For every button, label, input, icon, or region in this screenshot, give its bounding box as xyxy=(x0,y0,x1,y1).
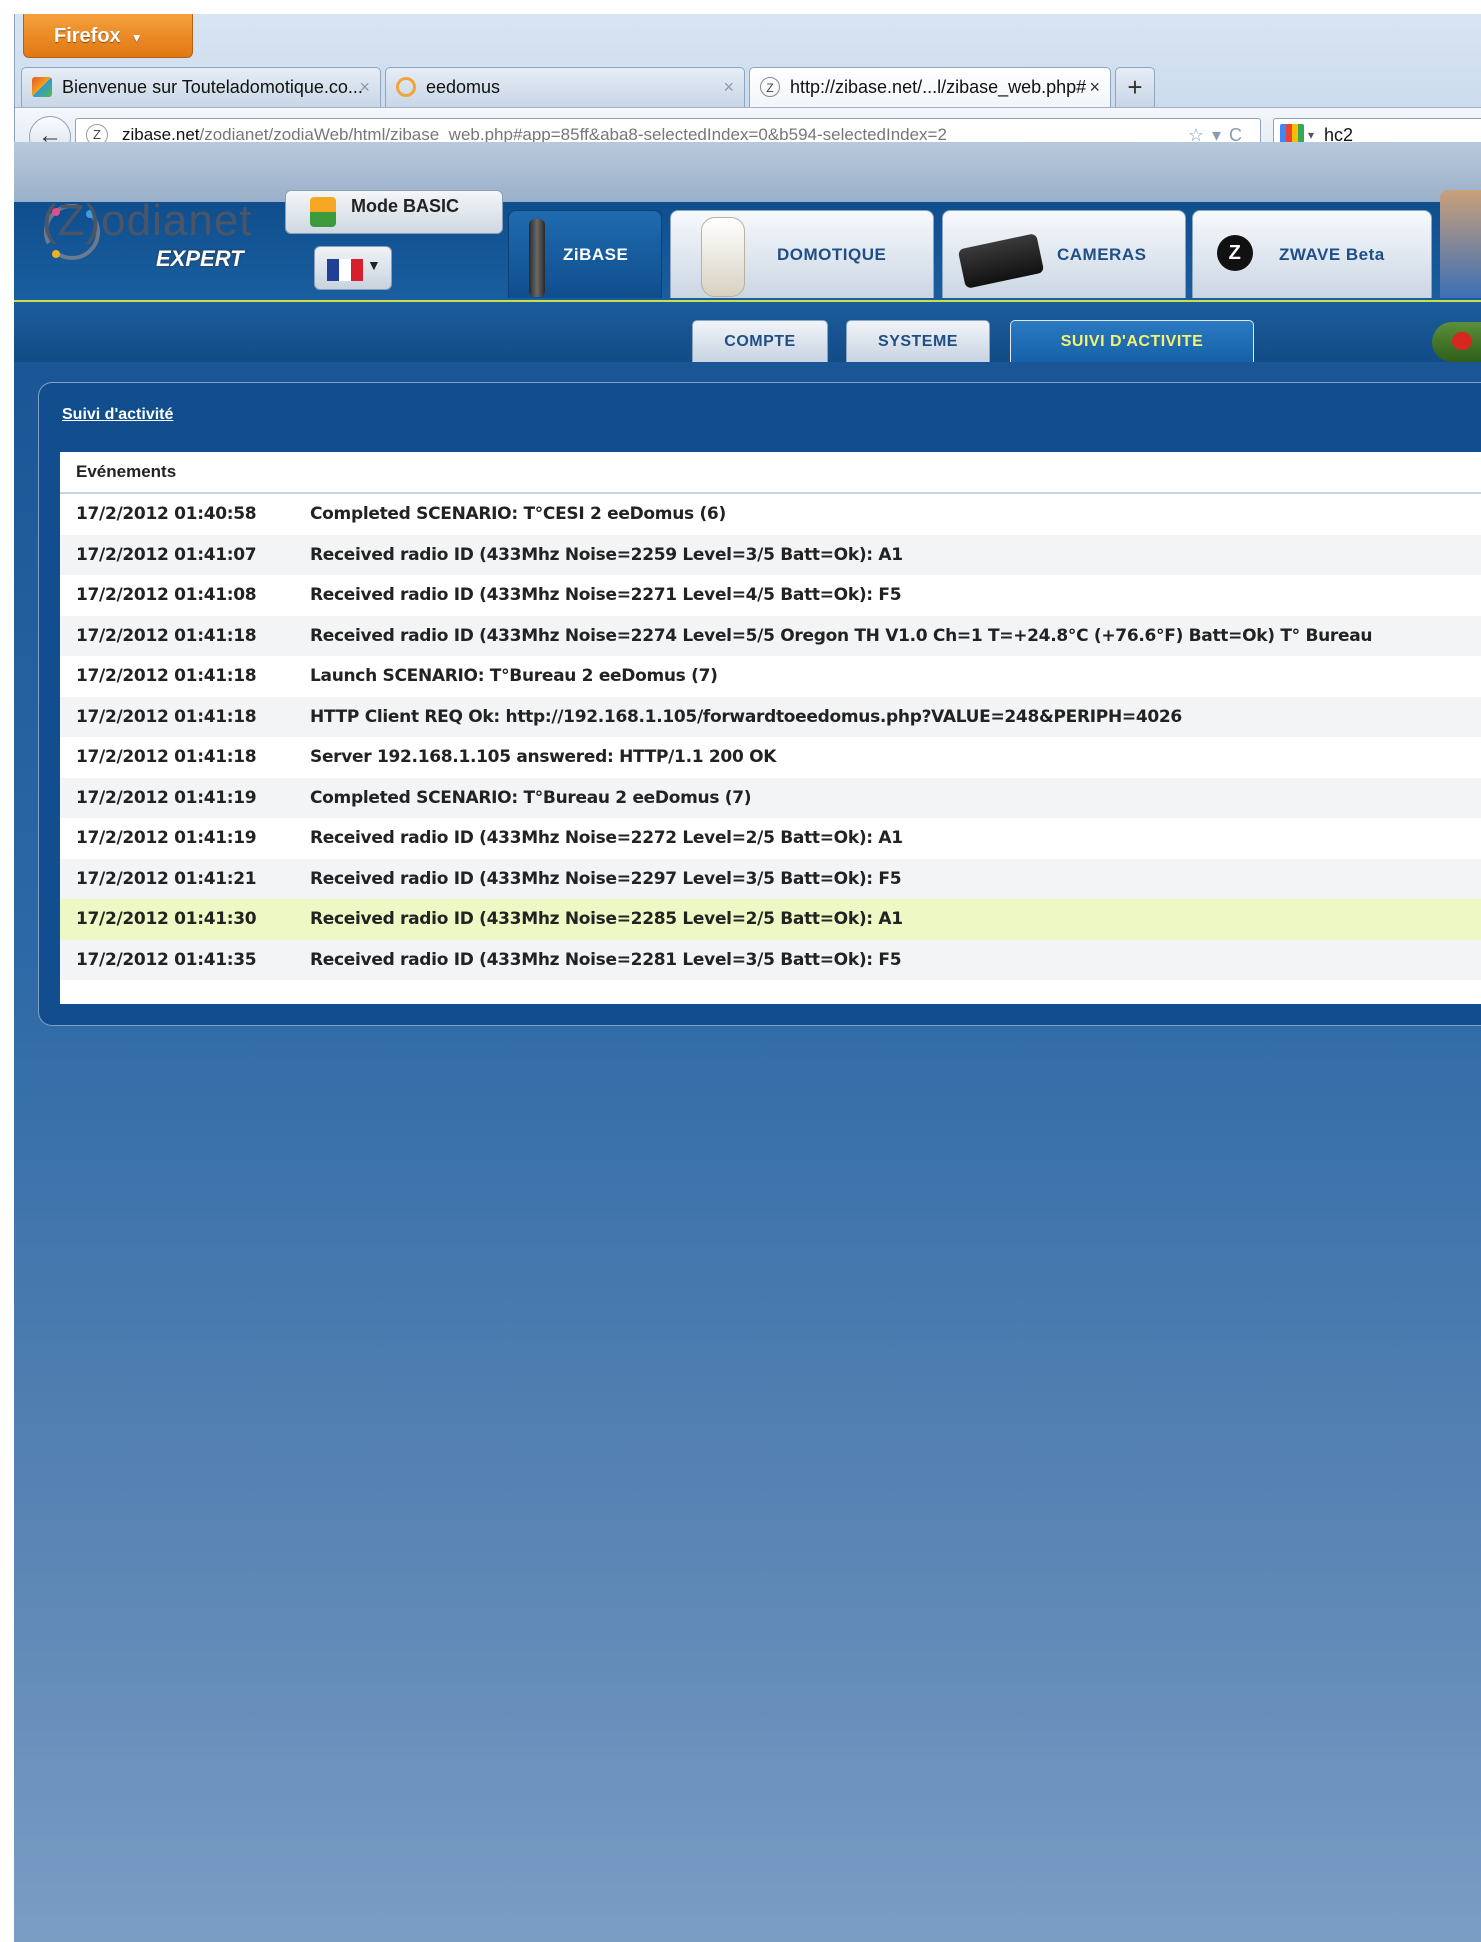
tab-cameras[interactable]: CAMERAS xyxy=(942,210,1186,298)
event-message: Received radio ID (433Mhz Noise=2297 Lev… xyxy=(310,868,902,889)
event-message: Received radio ID (433Mhz Noise=2285 Lev… xyxy=(310,909,903,929)
subtab-suivi-activite[interactable]: SUIVI D'ACTIVITE xyxy=(1010,320,1254,362)
close-tab-icon[interactable]: × xyxy=(723,68,734,106)
event-timestamp: 17/2/2012 01:41:18 xyxy=(76,747,257,767)
event-row[interactable]: 17/2/2012 01:41:18 Server 192.168.1.105 a… xyxy=(60,737,1481,778)
event-timestamp: 17/2/2012 01:41:35 xyxy=(76,949,257,970)
event-message: Server 192.168.1.105 answered: HTTP/1.1 … xyxy=(310,747,777,767)
event-message: Completed SCENARIO: T°CESI 2 eeDomus (6) xyxy=(310,504,726,524)
event-row[interactable]: 17/2/2012 01:41:18 HTTP Client REQ Ok: ht… xyxy=(60,696,1481,737)
zibase-antenna-icon xyxy=(529,219,545,297)
subtab-systeme[interactable]: SYSTEME xyxy=(846,320,990,362)
event-timestamp: 17/2/2012 01:40:58 xyxy=(76,504,257,524)
tab-zwave[interactable]: Z ZWAVE Beta xyxy=(1192,210,1432,298)
event-row[interactable]: 17/2/2012 01:41:21 Received radio ID (433… xyxy=(60,858,1481,899)
event-message: Received radio ID (433Mhz Noise=2274 Lev… xyxy=(310,625,1373,646)
tab-label: ZiBASE xyxy=(563,245,629,264)
event-timestamp: 17/2/2012 01:41:18 xyxy=(76,666,257,686)
close-tab-icon[interactable]: × xyxy=(359,68,370,106)
event-timestamp: 17/2/2012 01:41:18 xyxy=(76,706,257,727)
events-rows: 17/2/2012 01:40:58 Completed SCENARIO: T°… xyxy=(60,494,1481,980)
tab-domotique[interactable]: DOMOTIQUE xyxy=(670,210,934,298)
record-icon xyxy=(1452,332,1472,350)
event-message: Launch SCENARIO: T°Bureau 2 eeDomus (7) xyxy=(310,666,718,686)
event-row[interactable]: 17/2/2012 01:41:30 Received radio ID (433… xyxy=(60,899,1481,940)
status-button[interactable] xyxy=(1432,322,1481,362)
event-row[interactable]: 17/2/2012 01:41:07 Received radio ID (433… xyxy=(60,534,1481,575)
event-message: Received radio ID (433Mhz Noise=2271 Lev… xyxy=(310,585,902,605)
event-row[interactable]: 17/2/2012 01:41:19 Completed SCENARIO: T°… xyxy=(60,777,1481,818)
event-row[interactable]: 17/2/2012 01:41:18 Launch SCENARIO: T°Bur… xyxy=(60,656,1481,697)
subtab-label: SYSTEME xyxy=(878,333,958,350)
logo-text: (Z)odianet xyxy=(42,196,253,245)
browser-tab-strip: Bienvenue sur Touteladomotique.co... × e… xyxy=(21,67,1481,107)
event-message: Completed SCENARIO: T°Bureau 2 eeDomus (… xyxy=(310,787,752,808)
chevron-down-icon: ▼ xyxy=(130,31,143,45)
event-row[interactable]: 17/2/2012 01:40:58 Completed SCENARIO: T°… xyxy=(60,494,1481,535)
browser-tab-label: eedomus xyxy=(426,77,501,97)
event-timestamp: 17/2/2012 01:41:18 xyxy=(76,625,257,646)
tab-label: CAMERAS xyxy=(1057,245,1147,264)
new-tab-button[interactable]: + xyxy=(1115,67,1155,107)
tab-label: ZWAVE Beta xyxy=(1279,245,1385,264)
firefox-menu-button[interactable]: Firefox ▼ xyxy=(23,14,193,58)
firefox-menu-label: Firefox xyxy=(54,25,121,47)
event-message: Received radio ID (433Mhz Noise=2272 Lev… xyxy=(310,828,903,848)
browser-tab-touteladomotique[interactable]: Bienvenue sur Touteladomotique.co... × xyxy=(21,67,381,107)
browser-tab-label: Bienvenue sur Touteladomotique.co... xyxy=(62,77,363,97)
event-message: Received radio ID (433Mhz Noise=2281 Lev… xyxy=(310,949,902,970)
browser-tab-zibase[interactable]: Z http://zibase.net/...l/zibase_web.php#… xyxy=(749,67,1111,107)
logo-subtitle: EXPERT xyxy=(156,246,244,271)
event-timestamp: 17/2/2012 01:41:30 xyxy=(76,909,257,929)
french-flag-icon xyxy=(327,259,363,281)
switch-mode-icon xyxy=(310,197,336,227)
event-timestamp: 17/2/2012 01:41:08 xyxy=(76,585,257,605)
eedomus-icon xyxy=(396,77,416,97)
browser-tab-label: http://zibase.net/...l/zibase_web.php# xyxy=(790,77,1087,97)
zodianet-logo: (Z)odianet EXPERT xyxy=(36,196,276,292)
plus-icon: + xyxy=(1127,72,1143,102)
zodianet-icon: Z xyxy=(760,77,780,97)
chevron-down-icon: ▼ xyxy=(367,257,381,273)
tab-zibase[interactable]: ZiBASE xyxy=(508,210,662,298)
event-row[interactable]: 17/2/2012 01:41:08 Received radio ID (433… xyxy=(60,575,1481,616)
event-timestamp: 17/2/2012 01:41:19 xyxy=(76,828,257,848)
tab-label: DOMOTIQUE xyxy=(777,245,887,264)
plug-module-icon xyxy=(701,217,745,297)
event-timestamp: 17/2/2012 01:41:19 xyxy=(76,787,257,808)
events-table: Evénements 17/2/2012 01:40:58 Completed S… xyxy=(60,452,1481,1004)
close-tab-icon[interactable]: × xyxy=(1089,68,1100,106)
subtab-label: COMPTE xyxy=(724,333,796,350)
next-tab-partial[interactable] xyxy=(1440,190,1481,298)
event-row[interactable]: 17/2/2012 01:41:35 Received radio ID (433… xyxy=(60,939,1481,980)
event-row[interactable]: 17/2/2012 01:41:18 Received radio ID (433… xyxy=(60,615,1481,656)
zwave-icon: Z xyxy=(1217,235,1253,271)
event-row[interactable]: 17/2/2012 01:41:19 Received radio ID (433… xyxy=(60,818,1481,859)
language-selector[interactable]: ▼ xyxy=(314,246,392,290)
activity-title-link[interactable]: Suivi d'activité xyxy=(62,406,173,424)
joomla-icon xyxy=(32,77,52,97)
event-timestamp: 17/2/2012 01:41:07 xyxy=(76,544,257,565)
subtab-label: SUIVI D'ACTIVITE xyxy=(1060,333,1204,350)
events-column-header: Evénements xyxy=(60,452,1481,494)
mode-basic-label: Mode BASIC xyxy=(351,196,459,216)
subtab-compte[interactable]: COMPTE xyxy=(692,320,828,362)
browser-tab-eedomus[interactable]: eedomus × xyxy=(385,67,745,107)
event-message: Received radio ID (433Mhz Noise=2259 Lev… xyxy=(310,544,903,565)
event-timestamp: 17/2/2012 01:41:21 xyxy=(76,868,257,889)
mode-basic-button[interactable]: Mode BASIC xyxy=(285,190,503,234)
camera-icon xyxy=(957,233,1045,289)
event-message: HTTP Client REQ Ok: http://192.168.1.105… xyxy=(310,706,1182,727)
